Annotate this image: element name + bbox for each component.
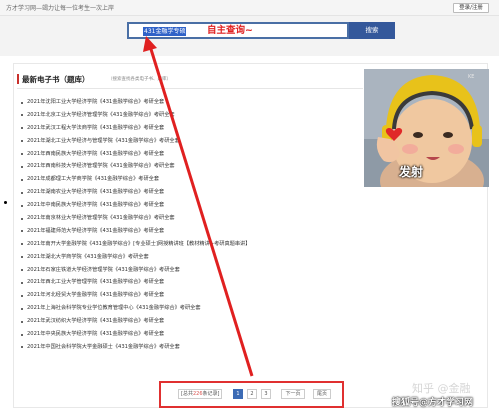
bullet-icon [21,230,23,233]
bullet-icon [21,127,23,130]
bullet-icon [21,165,23,168]
book-link[interactable]: 2021年河北经贸大学金融学院《431金融学综合》考研全套 [21,289,250,302]
bullet-icon [21,114,23,117]
sohu-watermark: 搜狐号@方才学习网 [392,398,474,408]
book-link[interactable]: 2021年中南民族大学经济学院《431金融学综合》考研全套 [21,199,250,212]
next-page-button[interactable]: 下一页 [281,389,305,399]
bullet-icon [21,153,23,156]
search-input[interactable]: 431金融学专硕 自主查询~ [127,22,349,39]
book-title: 2021年沈阳工业大学经济学院《431金融学综合》考研全套 [27,99,165,105]
bullet-icon [21,191,23,194]
top-bar: 方才学习网—竭力让每一位考生一次上岸 登录/注册 [0,0,499,16]
book-link[interactable]: 2021年西南民族大学经济学院《431金融学综合》考研全套 [21,148,250,161]
meme-caption: 发射 [399,165,424,179]
bullet-icon [21,320,23,323]
bullet-icon [21,307,23,310]
meme-illustration [364,69,489,187]
book-link[interactable]: 2021年武汉工程大学法商学院《431金融学综合》考研全套 [21,122,250,135]
page-button-1[interactable]: 1 [233,389,243,399]
bullet-dot [4,201,7,204]
book-link[interactable]: 2021年上海社会科学院专业学位教育管理中心《431金融学综合》考研全套 [21,302,250,315]
book-link[interactable]: 2021年南京林业大学经济管理学院《431金融学综合》考研全套 [21,212,250,225]
book-link[interactable]: 2021年石家庄铁道大学经济管理学院《431金融学综合》考研全套 [21,264,250,277]
book-link[interactable]: 2021年成都理工大学商学院《431金融学综合》考研全套 [21,173,250,186]
book-title: 2021年西北工业大学管理学院《431金融学综合》考研全套 [27,279,165,286]
book-title: 2021年石家庄铁道大学经济管理学院《431金融学综合》考研全套 [27,266,180,273]
book-title: 2021年中央民族大学经济学院《431金融学综合》考研全套 [27,331,165,338]
section-divider [17,88,363,89]
page-button-3[interactable]: 3 [261,389,271,399]
book-link[interactable]: 2021年北京工业大学经济管理学院《431金融学综合》考研全套 [21,109,250,122]
book-title: 2021年福建师范大学经济学院《431金融学综合》考研全套 [27,227,165,234]
book-link[interactable]: 2021年湖北大学商学院《431金融学综合》考研全套 [21,251,250,264]
meme-image [364,69,489,187]
search-button[interactable]: 搜索 [349,22,395,39]
bullet-icon [21,178,23,181]
book-title: 2021年南京林业大学经济管理学院《431金融学综合》考研全套 [27,215,175,222]
book-link[interactable]: 2021年西北工业大学管理学院《431金融学综合》考研全套 [21,276,250,289]
book-title: 2021年武汉纺织大学经济学院《431金融学综合》考研全套 [27,318,165,325]
book-link[interactable]: 2021年湖南农业大学经济学院《431金融学综合》考研全套 [21,186,250,199]
search-input-value: 431金融学专硕 [143,27,187,36]
book-link[interactable]: 2021年中央民族大学经济学院《431金融学综合》考研全套 [21,328,250,341]
book-title: 2021年成都理工大学商学院《431金融学综合》考研全套 [27,176,160,183]
bullet-icon [21,269,23,272]
bullet-icon [21,256,23,259]
book-link[interactable]: 2021年南开大学金融学院《431金融学综合》[专业硕士]网授精讲班【教材精讲+… [21,238,250,251]
bullet-icon [21,101,23,104]
site-slogan: 方才学习网—竭力让每一位考生一次上岸 [6,5,115,12]
bullet-icon [21,140,23,143]
book-title: 2021年西南民族大学经济学院《431金融学综合》考研全套 [27,150,165,157]
book-link[interactable]: 2021年西南科技大学经济管理学院《431金融学综合》考研全套 [21,160,250,173]
section-title: 最新电子书（题库） [22,75,90,84]
book-list: 2021年沈阳工业大学经济学院《431金融学综合》考研全套 2021年北京工业大学… [21,96,250,354]
book-title: 2021年西南科技大学经济管理学院《431金融学综合》考研全套 [27,163,175,170]
section-note: （搜索查找各类电子书、题库） [108,77,171,82]
book-title: 2021年中国社会科学院大学金融硕士《431金融学综合》考研全套 [27,343,180,350]
book-link[interactable]: 2021年中国社会科学院大学金融硕士《431金融学综合》考研全套 [21,341,250,354]
meme-corner-text: KE [468,74,475,80]
bullet-icon [21,243,23,246]
login-register-button[interactable]: 登录/注册 [453,3,489,13]
bullet-icon [21,281,23,284]
book-title: 2021年南开大学金融学院《431金融学综合》[专业硕士]网授精讲班【教材精讲+… [27,240,251,247]
book-title: 2021年武汉工程大学法商学院《431金融学综合》考研全套 [27,124,165,131]
book-title: 2021年上海社会科学院专业学位教育管理中心《431金融学综合》考研全套 [27,305,201,312]
bullet-icon [21,294,23,297]
book-link[interactable]: 2021年湖北工业大学经济与管理学院《431金融学综合》考研全套 [21,135,250,148]
zhihu-watermark: 知乎 @金融 [412,382,471,395]
book-link[interactable]: 2021年福建师范大学经济学院《431金融学综合》考研全套 [21,225,250,238]
page-button-2[interactable]: 2 [247,389,257,399]
book-title: 2021年湖南农业大学经济学院《431金融学综合》考研全套 [27,189,165,196]
book-title: 2021年河北经贸大学金融学院《431金融学综合》考研全套 [27,292,165,299]
bullet-icon [21,346,23,349]
page: 方才学习网—竭力让每一位考生一次上岸 登录/注册 431金融学专硕 自主查询~ … [0,0,499,412]
book-link[interactable]: 2021年沈阳工业大学经济学院《431金融学综合》考研全套 [21,96,250,109]
book-title: 2021年湖北工业大学经济与管理学院《431金融学综合》考研全套 [27,137,180,144]
bullet-icon [21,217,23,220]
book-title: 2021年湖北大学商学院《431金融学综合》考研全套 [27,253,149,260]
book-title: 2021年北京工业大学经济管理学院《431金融学综合》考研全套 [27,111,175,118]
book-link[interactable]: 2021年武汉纺织大学经济学院《431金融学综合》考研全套 [21,315,250,328]
pagination-info: [总共226条记录] [178,389,223,399]
pagination-total: 226 [192,391,203,397]
section-marker [17,74,19,84]
last-page-button[interactable]: 尾页 [313,389,331,399]
book-title: 2021年中南民族大学经济学院《431金融学综合》考研全套 [27,202,165,209]
bullet-icon [21,204,23,207]
bullet-icon [21,333,23,336]
search-annotation: 自主查询~ [207,25,253,36]
